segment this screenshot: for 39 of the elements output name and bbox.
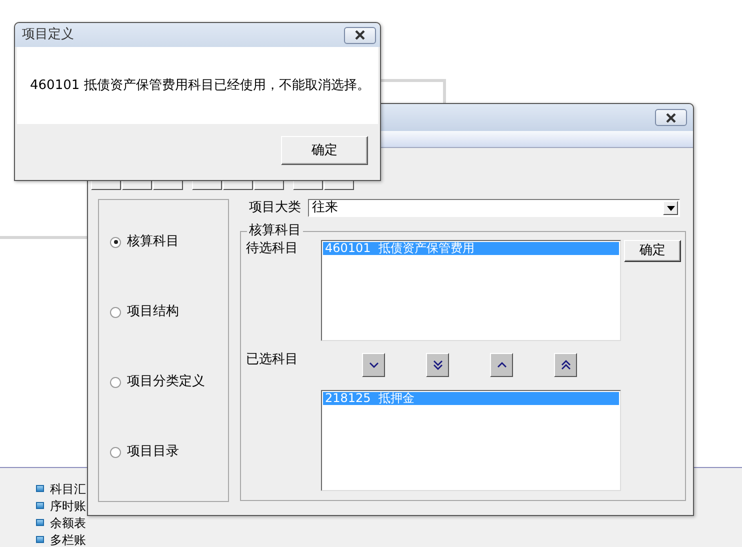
- double-chevron-up-icon: [560, 360, 572, 370]
- radio-button[interactable]: [110, 236, 121, 248]
- menu-item[interactable]: 科目汇: [50, 480, 86, 498]
- group-title: 核算科目: [247, 223, 303, 239]
- dialog-message: 460101 抵债资产保管费用科目已经使用，不能取消选择。: [30, 78, 370, 93]
- ok-button[interactable]: 确定: [281, 136, 368, 165]
- close-icon: [354, 30, 366, 40]
- chevron-up-icon: [496, 360, 508, 370]
- option-label: 核算科目: [127, 233, 179, 251]
- option-label: 项目分类定义: [127, 373, 205, 391]
- move-button[interactable]: [362, 353, 385, 377]
- menu-item[interactable]: 多栏账: [50, 530, 86, 547]
- category-dropdown[interactable]: 往来: [308, 199, 680, 217]
- radio-button[interactable]: [110, 376, 121, 388]
- radio-button[interactable]: [110, 446, 121, 458]
- move-button[interactable]: [490, 353, 513, 377]
- menu-item[interactable]: 序时账: [50, 496, 86, 514]
- close-icon: [665, 112, 677, 122]
- bullet-icon: [36, 519, 44, 526]
- move-button[interactable]: [554, 353, 577, 377]
- dialog-title: 项目定义: [22, 26, 74, 44]
- available-label: 待选科目: [246, 240, 299, 258]
- option-label: 项目结构: [127, 303, 179, 321]
- radio-button[interactable]: [110, 306, 121, 318]
- move-button[interactable]: [426, 353, 449, 377]
- close-button[interactable]: [655, 109, 687, 126]
- bullet-icon: [36, 502, 44, 509]
- bullet-icon: [36, 536, 44, 543]
- bullet-icon: [36, 485, 44, 492]
- option-label: 项目目录: [127, 443, 179, 461]
- chevron-down-icon: [368, 360, 380, 370]
- close-button[interactable]: [344, 26, 376, 44]
- menu-item[interactable]: 余额表: [50, 514, 86, 532]
- category-value: 往来: [312, 199, 338, 218]
- double-chevron-down-icon: [432, 360, 444, 370]
- dropdown-arrow-icon: [666, 206, 674, 210]
- category-label: 项目大类: [249, 199, 301, 217]
- selected-label: 已选科目: [246, 351, 299, 369]
- confirm-button[interactable]: 确定: [624, 240, 681, 262]
